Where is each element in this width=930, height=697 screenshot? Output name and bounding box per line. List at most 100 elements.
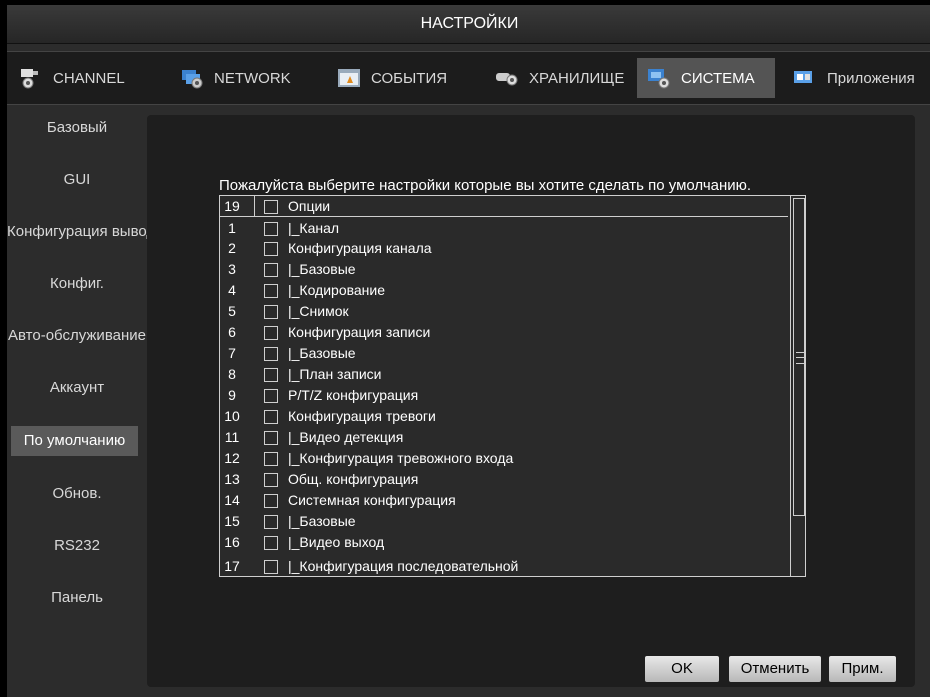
apply-button[interactable]: Прим. [829, 656, 896, 682]
option-label: |_Конфигурация тревожного входа [288, 450, 514, 466]
events-icon [337, 67, 361, 89]
network-icon [180, 67, 204, 89]
tab-events[interactable]: СОБЫТИЯ [327, 58, 477, 98]
option-checkbox[interactable] [264, 536, 278, 550]
sidebar-item-default[interactable]: По умолчанию [11, 426, 138, 456]
option-label: Общ. конфигурация [288, 471, 419, 487]
list-item: 4 |_Кодирование [220, 280, 788, 300]
option-checkbox[interactable] [264, 305, 278, 319]
tab-label: СИСТЕМА [681, 69, 755, 87]
settings-window: НАСТРОЙКИ CHANNEL NETWORK СОБЫТИЯ ХРАНИЛ… [7, 5, 930, 697]
tab-channel[interactable]: CHANNEL [9, 58, 163, 98]
list-item: 15 |_Базовые [220, 511, 788, 531]
option-checkbox[interactable] [264, 494, 278, 508]
sidebar-item-auto-maintenance[interactable]: Авто-обслуживание [7, 321, 147, 351]
option-label: |_Конфигурация последовательной [288, 558, 519, 574]
scrollbar-grip[interactable] [796, 352, 804, 364]
column-divider [254, 196, 255, 216]
list-item: 5 |_Снимок [220, 301, 788, 321]
row-number: 13 [224, 471, 240, 487]
row-number: 7 [228, 345, 236, 361]
option-checkbox[interactable] [264, 368, 278, 382]
list-item: 11 |_Видео детекция [220, 427, 788, 447]
option-label: Конфигурация канала [288, 240, 432, 256]
option-checkbox[interactable] [264, 431, 278, 445]
ok-button[interactable]: OK [645, 656, 719, 682]
row-number: 9 [228, 387, 236, 403]
row-number: 4 [228, 282, 236, 298]
tab-network[interactable]: NETWORK [170, 58, 322, 98]
row-number: 1 [228, 220, 236, 236]
option-label: P/T/Z конфигурация [288, 387, 419, 403]
row-number: 3 [228, 261, 236, 277]
option-label: Конфигурация записи [288, 324, 431, 340]
tab-label: ХРАНИЛИЩЕ [529, 69, 625, 87]
sidebar-item-config[interactable]: Конфиг. [7, 269, 147, 299]
option-checkbox[interactable] [264, 263, 278, 277]
sidebar-item-panel[interactable]: Панель [7, 583, 147, 613]
tab-apps[interactable]: Приложения [783, 58, 930, 98]
option-label: |_Видео детекция [288, 429, 404, 445]
option-checkbox[interactable] [264, 222, 278, 236]
tab-label: Приложения [827, 69, 915, 87]
list-item: 9 P/T/Z конфигурация [220, 385, 788, 405]
option-checkbox[interactable] [264, 410, 278, 424]
option-label: Системная конфигурация [288, 492, 456, 508]
list-item: 3 |_Базовые [220, 259, 788, 279]
tab-label: CHANNEL [53, 69, 125, 87]
list-item: 8 |_План записи [220, 364, 788, 384]
row-number: 15 [224, 513, 240, 529]
list-item: 6 Конфигурация записи [220, 322, 788, 342]
list-item: 17 |_Конфигурация последовательной [220, 556, 788, 576]
option-label: |_Видео выход [288, 534, 385, 550]
list-item: 12 |_Конфигурация тревожного входа [220, 448, 788, 468]
option-checkbox[interactable] [264, 452, 278, 466]
option-checkbox[interactable] [264, 347, 278, 361]
tab-storage[interactable]: ХРАНИЛИЩЕ [485, 58, 633, 98]
default-options-list: 19 Опции 1 |_Канал 2 Конфигурация канала 3… [219, 195, 806, 577]
row-number: 10 [224, 408, 240, 424]
sidebar-item-gui[interactable]: GUI [7, 165, 147, 195]
row-number: 6 [228, 324, 236, 340]
option-label: |_Канал [288, 220, 340, 236]
row-number: 5 [228, 303, 236, 319]
tab-system[interactable]: СИСТЕМА [637, 58, 775, 98]
option-checkbox[interactable] [264, 284, 278, 298]
sidebar-item-basic[interactable]: Базовый [7, 113, 147, 143]
option-label: |_План записи [288, 366, 382, 382]
option-checkbox[interactable] [264, 515, 278, 529]
cancel-button[interactable]: Отменить [729, 656, 821, 682]
sidebar-item-account[interactable]: Аккаунт [7, 373, 147, 403]
option-checkbox[interactable] [264, 242, 278, 256]
sidebar-item-output-config[interactable]: Конфигурация вывода [7, 217, 147, 247]
option-checkbox[interactable] [264, 389, 278, 403]
select-all-checkbox[interactable] [264, 200, 278, 214]
sidebar-item-rs232[interactable]: RS232 [7, 531, 147, 561]
row-number: 8 [228, 366, 236, 382]
tab-label: NETWORK [214, 69, 291, 87]
option-label: |_Базовые [288, 261, 356, 277]
list-item: 1 |_Канал [220, 218, 788, 238]
option-label: |_Кодирование [288, 282, 386, 298]
list-item: 14 Системная конфигурация [220, 490, 788, 510]
scrollbar-track[interactable] [793, 198, 805, 516]
option-checkbox[interactable] [264, 560, 278, 574]
option-checkbox[interactable] [264, 326, 278, 340]
row-number: 11 [224, 429, 240, 445]
row-number: 12 [224, 450, 240, 466]
list-item: 7 |_Базовые [220, 343, 788, 363]
option-count: 19 [224, 198, 240, 214]
list-item: 10 Конфигурация тревоги [220, 406, 788, 426]
option-label: |_Базовые [288, 345, 356, 361]
sidebar-item-upgrade[interactable]: Обнов. [7, 479, 147, 509]
list-header: 19 Опции [220, 196, 788, 217]
tab-label: СОБЫТИЯ [371, 69, 448, 87]
window-title: НАСТРОЙКИ [7, 5, 930, 44]
row-number: 16 [224, 534, 240, 550]
system-icon [647, 67, 671, 89]
instruction-text: Пожалуйста выберите настройки которые вы… [219, 177, 752, 194]
header-label: Опции [288, 198, 331, 214]
option-checkbox[interactable] [264, 473, 278, 487]
list-item: 2 Конфигурация канала [220, 238, 788, 258]
list-scrollbar[interactable] [790, 196, 805, 576]
